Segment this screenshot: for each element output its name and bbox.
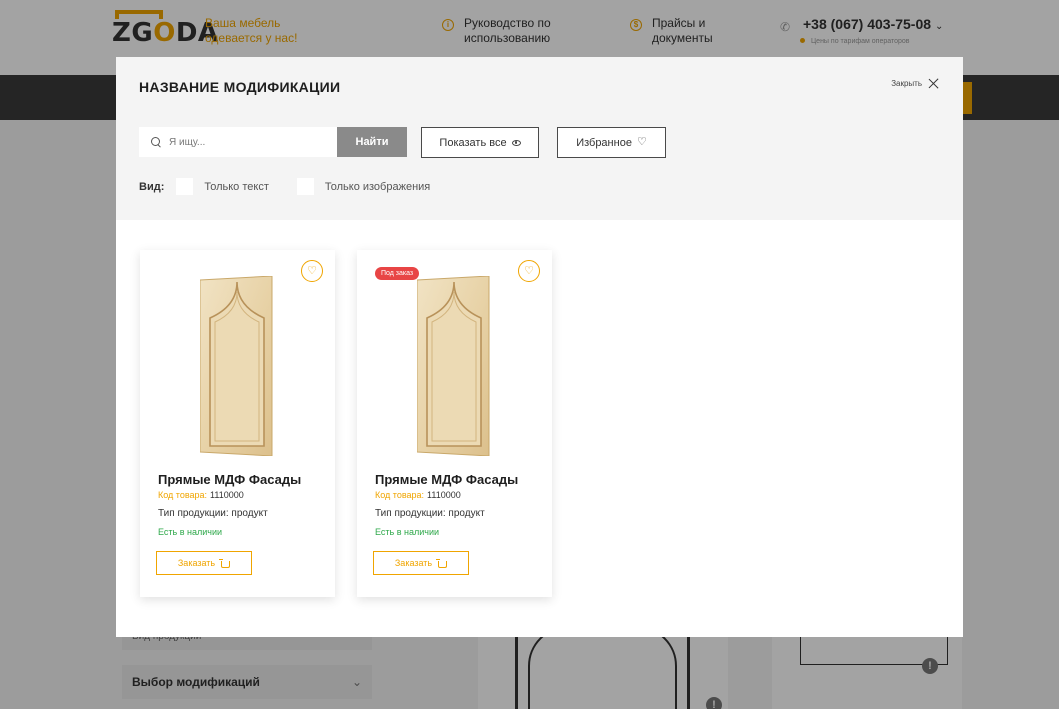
favorite-button[interactable]: ♡ xyxy=(301,260,323,282)
product-card[interactable]: ♡ Под заказ Прямые МДФ Фасады Код товара… xyxy=(357,250,552,597)
order-badge: Под заказ xyxy=(375,267,420,280)
search-icon xyxy=(151,137,161,147)
modal-title: НАЗВАНИЕ МОДИФИКАЦИИ xyxy=(139,79,341,95)
view-label: Вид: xyxy=(139,180,165,193)
eye-icon xyxy=(511,139,521,146)
order-button[interactable]: Заказать xyxy=(156,551,252,575)
text-only-checkbox[interactable] xyxy=(176,178,194,195)
search-input[interactable] xyxy=(169,136,329,148)
heart-icon: ♡ xyxy=(524,265,534,277)
product-code: Код товара: 1110000 xyxy=(158,490,244,500)
door-facade-image xyxy=(200,276,273,456)
product-code: Код товара: 1110000 xyxy=(375,490,461,500)
search-field[interactable] xyxy=(139,127,337,157)
modification-modal: НАЗВАНИЕ МОДИФИКАЦИИ Закрыть Найти Показ… xyxy=(116,57,963,637)
product-card[interactable]: ♡ Прямые МДФ Фасады Код товара: 1110000 Т… xyxy=(140,250,335,597)
view-toggle-row: Вид: Только текст Только изображения xyxy=(139,178,458,195)
show-all-button[interactable]: Показать все xyxy=(421,127,539,158)
stock-status: Есть в наличии xyxy=(158,527,222,537)
door-facade-image xyxy=(417,276,490,456)
text-only-label: Только текст xyxy=(204,180,269,193)
close-label: Закрыть xyxy=(891,79,922,88)
cart-icon xyxy=(219,558,231,568)
product-name[interactable]: Прямые МДФ Фасады xyxy=(375,472,518,487)
cart-icon xyxy=(436,558,448,568)
product-type: Тип продукции: продукт xyxy=(375,508,485,519)
favorites-button[interactable]: Избранное ♡ xyxy=(557,127,666,158)
images-only-label: Только изображения xyxy=(324,180,431,193)
close-button[interactable]: Закрыть xyxy=(891,78,939,89)
order-button[interactable]: Заказать xyxy=(373,551,469,575)
stock-status: Есть в наличии xyxy=(375,527,439,537)
search-button[interactable]: Найти xyxy=(337,127,407,157)
close-icon xyxy=(928,78,939,89)
images-only-checkbox[interactable] xyxy=(296,178,314,195)
heart-icon: ♡ xyxy=(307,265,317,277)
product-name[interactable]: Прямые МДФ Фасады xyxy=(158,472,301,487)
favorite-button[interactable]: ♡ xyxy=(518,260,540,282)
product-type: Тип продукции: продукт xyxy=(158,508,268,519)
heart-icon: ♡ xyxy=(636,136,647,148)
